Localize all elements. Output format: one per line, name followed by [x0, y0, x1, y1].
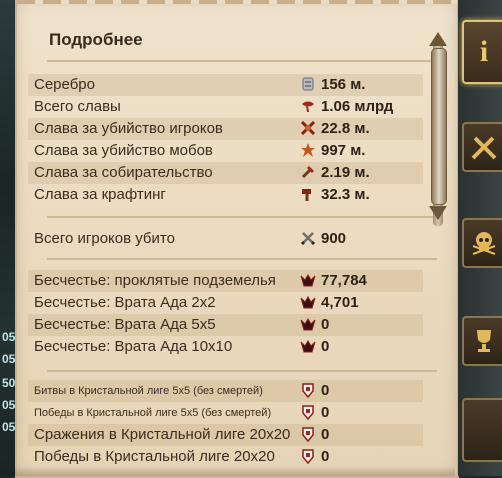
info-icon: i	[479, 35, 489, 68]
stat-value: 0	[321, 426, 330, 443]
stat-label: Слава за убийство игроков	[34, 120, 223, 137]
stat-label: Битвы в Кристальной лиге 5x5 (без смерте…	[34, 385, 263, 397]
stat-label: Слава за собирательство	[34, 164, 213, 181]
stat-label: Бесчестье: Врата Ада 10x10	[34, 338, 233, 355]
section-divider	[47, 370, 437, 372]
hud-number: 05	[2, 352, 16, 366]
crafting-fame-icon	[300, 186, 316, 202]
stat-row-total-fame: Всего славы 1.06 млрд	[28, 96, 423, 118]
stat-value: 32.3 м.	[321, 186, 370, 203]
scroll-down-button[interactable]	[429, 206, 447, 220]
scroll-up-button[interactable]	[429, 32, 447, 46]
stat-row-infamy-hellgate-10x10: Бесчестье: Врата Ада 10x10 0	[28, 336, 423, 358]
fame-icon	[300, 98, 316, 114]
stat-value: 156 м.	[321, 76, 366, 93]
stat-label: Всего игроков убито	[34, 230, 175, 247]
hud-number: 05	[2, 398, 16, 412]
stat-value: 0	[321, 316, 330, 333]
stat-row-crystal-5x5-battles: Битвы в Кристальной лиге 5x5 (без смерте…	[28, 380, 423, 402]
gathering-fame-icon	[300, 164, 316, 180]
stat-value: 0	[321, 448, 330, 465]
crossed-swords-icon	[300, 230, 316, 246]
stat-label: Бесчестье: Врата Ада 5x5	[34, 316, 216, 333]
section-divider	[47, 216, 437, 218]
stat-row-infamy-hellgate-5x5: Бесчестье: Врата Ада 5x5 0	[28, 314, 423, 336]
scrollbar-thumb[interactable]	[431, 48, 447, 205]
stat-row-gathering-fame: Слава за собирательство 2.19 м.	[28, 162, 423, 184]
stat-row-crafting-fame: Слава за крафтинг 32.3 м.	[28, 184, 423, 206]
stat-row-infamy-hellgate-2x2: Бесчестье: Врата Ада 2x2 4,701	[28, 292, 423, 314]
stat-label: Победы в Кристальной лиге 20x20	[34, 448, 275, 465]
stat-row-pve-fame: Слава за убийство мобов 997 м.	[28, 140, 423, 162]
stat-value: 77,784	[321, 272, 367, 289]
stat-label: Бесчестье: Врата Ада 2x2	[34, 294, 216, 311]
side-tab-extra[interactable]	[462, 398, 502, 462]
crystal-league-icon	[300, 382, 316, 399]
infamy-icon	[300, 294, 316, 310]
info-tab[interactable]: i	[462, 20, 502, 84]
stat-label: Бесчестье: проклятые подземелья	[34, 272, 276, 289]
stat-value: 900	[321, 230, 347, 247]
stat-label: Победы в Кристальной лиге 5x5 (без смерт…	[34, 407, 272, 419]
stat-value: 22.8 м.	[321, 120, 370, 137]
stat-row-pvp-fame: Слава за убийство игроков 22.8 м.	[28, 118, 423, 140]
silver-coin-icon	[300, 76, 316, 92]
crystal-league-icon	[300, 448, 316, 465]
stat-value: 0	[321, 338, 330, 355]
infamy-icon	[300, 316, 316, 332]
stat-row-crystal-20x20-wins: Победы в Кристальной лиге 20x20 0	[28, 446, 423, 468]
stat-label: Всего славы	[34, 98, 121, 115]
panel-bottom-fade	[15, 466, 455, 476]
crossed-swords-icon	[471, 136, 497, 160]
stat-value: 2.19 м.	[321, 164, 370, 181]
pvp-fame-icon	[300, 120, 316, 136]
combat-tab[interactable]	[462, 122, 502, 172]
stat-row-crystal-5x5-wins: Победы в Кристальной лиге 5x5 (без смерт…	[28, 402, 423, 424]
title-divider	[47, 60, 437, 62]
stat-row-silver: Серебро 156 м.	[28, 74, 423, 96]
stat-label: Серебро	[34, 76, 95, 93]
hud-number: 50	[2, 376, 16, 390]
skull-icon	[472, 232, 496, 255]
crystal-league-icon	[300, 404, 316, 421]
trophy-icon	[477, 330, 491, 352]
stat-label: Слава за убийство мобов	[34, 142, 213, 159]
hud-number: 05	[2, 420, 16, 434]
stat-value: 1.06 млрд	[321, 98, 394, 115]
pve-fame-icon	[300, 142, 316, 158]
stat-row-players-killed: Всего игроков убито 900	[28, 228, 423, 250]
panel-title: Подробнее	[49, 30, 143, 49]
stat-label: Сражения в Кристальной лиге 20x20	[34, 426, 291, 443]
stat-row-crystal-20x20-battles: Сражения в Кристальной лиге 20x20 0	[28, 424, 423, 446]
infamy-icon	[300, 338, 316, 354]
hud-number: 05	[2, 330, 16, 344]
stat-value: 4,701	[321, 294, 359, 311]
achievements-tab[interactable]	[462, 316, 502, 366]
stat-value: 0	[321, 382, 330, 399]
stat-value: 0	[321, 404, 330, 421]
crystal-league-icon	[300, 426, 316, 443]
stat-label: Слава за крафтинг	[34, 186, 166, 203]
stat-value: 997 м.	[321, 142, 366, 159]
section-divider	[47, 258, 437, 260]
pvp-tab[interactable]	[462, 218, 502, 268]
stat-row-infamy-cursed: Бесчестье: проклятые подземелья 77,784	[28, 270, 423, 292]
infamy-icon	[300, 272, 316, 288]
panel-border-decoration	[17, 0, 457, 4]
